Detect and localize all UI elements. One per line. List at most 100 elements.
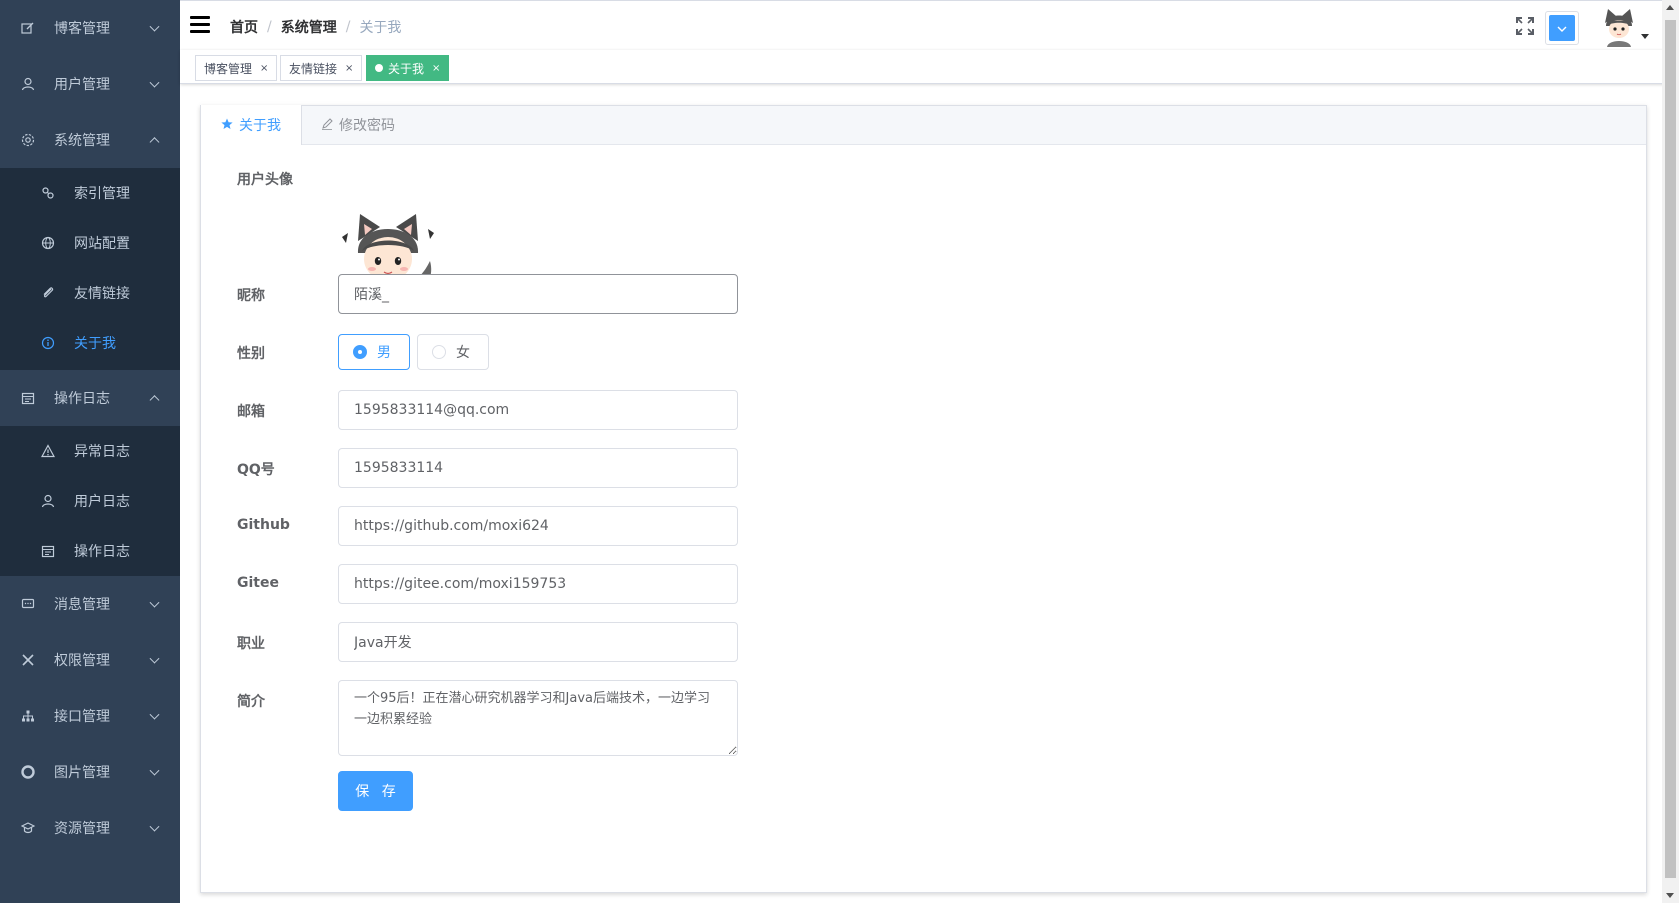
chevron-down-icon xyxy=(149,597,160,608)
calendar-icon xyxy=(20,390,36,406)
email-input[interactable] xyxy=(338,390,738,430)
life-ring-icon xyxy=(20,764,36,780)
sidebar-item-permissions[interactable]: 权限管理 xyxy=(0,632,180,688)
close-icon[interactable]: × xyxy=(260,63,268,74)
sidebar-item-resources[interactable]: 资源管理 xyxy=(0,800,180,856)
sidebar-item-label: 图片管理 xyxy=(54,765,110,781)
tag-about-me[interactable]: 关于我 × xyxy=(366,55,450,81)
tag-label: 博客管理 xyxy=(204,61,253,76)
gitee-input[interactable] xyxy=(338,564,738,604)
sidebar-item-images[interactable]: 图片管理 xyxy=(0,744,180,800)
scroll-up-arrow-icon[interactable] xyxy=(1666,5,1674,10)
sidebar-item-about-me[interactable]: 关于我 xyxy=(0,318,180,368)
sidebar-item-exception-log[interactable]: 异常日志 xyxy=(0,426,180,476)
sidebar-item-label: 博客管理 xyxy=(54,21,110,37)
link-icon xyxy=(40,185,56,201)
sidebar-item-user-log[interactable]: 用户日志 xyxy=(0,476,180,526)
fullscreen-icon[interactable] xyxy=(1516,17,1534,35)
tabs-header: 关于我 修改密码 xyxy=(200,105,1646,145)
sidebar-item-label: 异常日志 xyxy=(74,444,130,460)
nickname-label: 昵称 xyxy=(237,288,265,304)
sidebar-item-users[interactable]: 用户管理 xyxy=(0,56,180,112)
sidebar-item-index[interactable]: 索引管理 xyxy=(0,168,180,218)
qq-label: QQ号 xyxy=(237,462,275,478)
sidebar-item-label: 用户管理 xyxy=(54,77,110,93)
breadcrumb-home[interactable]: 首页 xyxy=(230,17,258,37)
sidebar-item-label: 索引管理 xyxy=(74,186,130,202)
nickname-input[interactable] xyxy=(338,274,738,314)
tag-label: 友情链接 xyxy=(289,61,338,76)
occupation-label: 职业 xyxy=(237,636,265,652)
tab-label: 关于我 xyxy=(239,118,281,134)
submenu-logs: 异常日志 用户日志 操作日志 xyxy=(0,426,180,576)
tag-friend-links[interactable]: 友情链接 × xyxy=(280,55,363,81)
chevron-up-icon xyxy=(149,395,160,406)
scroll-thumb[interactable] xyxy=(1665,20,1676,878)
sidebar-item-api[interactable]: 接口管理 xyxy=(0,688,180,744)
breadcrumb-system[interactable]: 系统管理 xyxy=(281,17,337,37)
close-icon[interactable]: × xyxy=(345,63,353,74)
hamburger-icon[interactable] xyxy=(190,16,210,34)
sidebar-item-messages[interactable]: 消息管理 xyxy=(0,576,180,632)
info-icon xyxy=(40,335,56,351)
breadcrumb-separator: / xyxy=(345,19,351,35)
gender-radio-male[interactable]: 男 xyxy=(338,334,410,370)
qq-input[interactable] xyxy=(338,448,738,488)
sidebar-item-site-config[interactable]: 网站配置 xyxy=(0,218,180,268)
gender-radio-female[interactable]: 女 xyxy=(417,334,489,370)
sidebar-item-label: 网站配置 xyxy=(74,236,130,252)
radio-unchecked-icon xyxy=(432,345,446,359)
sitemap-icon xyxy=(20,708,36,724)
save-button[interactable]: 保 存 xyxy=(338,771,413,811)
sidebar-item-label: 系统管理 xyxy=(54,133,110,149)
chevron-up-icon xyxy=(149,137,160,148)
paperclip-icon xyxy=(40,285,56,301)
tools-icon xyxy=(20,652,36,668)
sidebar-item-operation-log[interactable]: 操作日志 xyxy=(0,526,180,576)
tag-label: 关于我 xyxy=(388,61,425,76)
sidebar-item-label: 操作日志 xyxy=(54,391,110,407)
tab-label: 修改密码 xyxy=(339,118,395,134)
chevron-down-icon xyxy=(149,21,160,32)
submenu-system: 索引管理 网站配置 友情链接 关于我 xyxy=(0,168,180,370)
github-input[interactable] xyxy=(338,506,738,546)
sidebar-item-label: 权限管理 xyxy=(54,653,110,669)
sidebar-item-friend-links[interactable]: 友情链接 xyxy=(0,268,180,318)
chevron-down-icon xyxy=(149,821,160,832)
occupation-input[interactable] xyxy=(338,622,738,662)
scroll-down-arrow-icon[interactable] xyxy=(1666,893,1674,898)
summary-textarea[interactable]: 一个95后！正在潜心研究机器学习和Java后端技术，一边学习一边积累经验 xyxy=(338,680,738,756)
about-me-form: 用户头像 昵称 性别 xyxy=(201,145,1646,892)
caret-down-icon[interactable] xyxy=(1641,34,1649,39)
theme-picker-button[interactable] xyxy=(1545,11,1579,45)
radio-label: 女 xyxy=(456,345,470,361)
sidebar-item-label: 友情链接 xyxy=(74,286,130,302)
about-me-card: 关于我 修改密码 用户头像 昵称 陌溪_ 性别 男 女 邮箱 159583311… xyxy=(200,105,1647,893)
radio-checked-icon xyxy=(353,345,367,359)
page-scrollbar[interactable] xyxy=(1662,0,1679,903)
close-icon[interactable]: × xyxy=(432,63,440,74)
tab-about-me[interactable]: 关于我 xyxy=(200,105,302,145)
sidebar-item-blog[interactable]: 博客管理 xyxy=(0,0,180,56)
gender-label: 性别 xyxy=(237,346,265,362)
tags-view: 博客管理 × 友情链接 × 关于我 × xyxy=(180,50,1679,84)
sidebar-item-logs[interactable]: 操作日志 xyxy=(0,370,180,426)
edit-icon xyxy=(20,20,36,36)
warning-icon xyxy=(40,443,56,459)
user-icon xyxy=(40,493,56,509)
active-dot-icon xyxy=(375,64,383,72)
chevron-down-icon xyxy=(149,709,160,720)
user-avatar[interactable] xyxy=(1599,7,1639,47)
email-label: 邮箱 xyxy=(237,404,265,420)
chevron-down-icon xyxy=(149,765,160,776)
radio-label: 男 xyxy=(377,345,391,361)
sidebar-item-label: 接口管理 xyxy=(54,709,110,725)
tab-change-password[interactable]: 修改密码 xyxy=(301,105,415,145)
sidebar: 博客管理 用户管理 系统管理 索引管理 网站配置 友情链接 关于我 操作日志 异… xyxy=(0,0,180,903)
tag-blog[interactable]: 博客管理 × xyxy=(195,55,278,81)
user-icon xyxy=(20,76,36,92)
sidebar-item-system[interactable]: 系统管理 xyxy=(0,112,180,168)
sidebar-item-label: 用户日志 xyxy=(74,494,130,510)
message-icon xyxy=(20,596,36,612)
pencil-icon xyxy=(321,117,333,133)
